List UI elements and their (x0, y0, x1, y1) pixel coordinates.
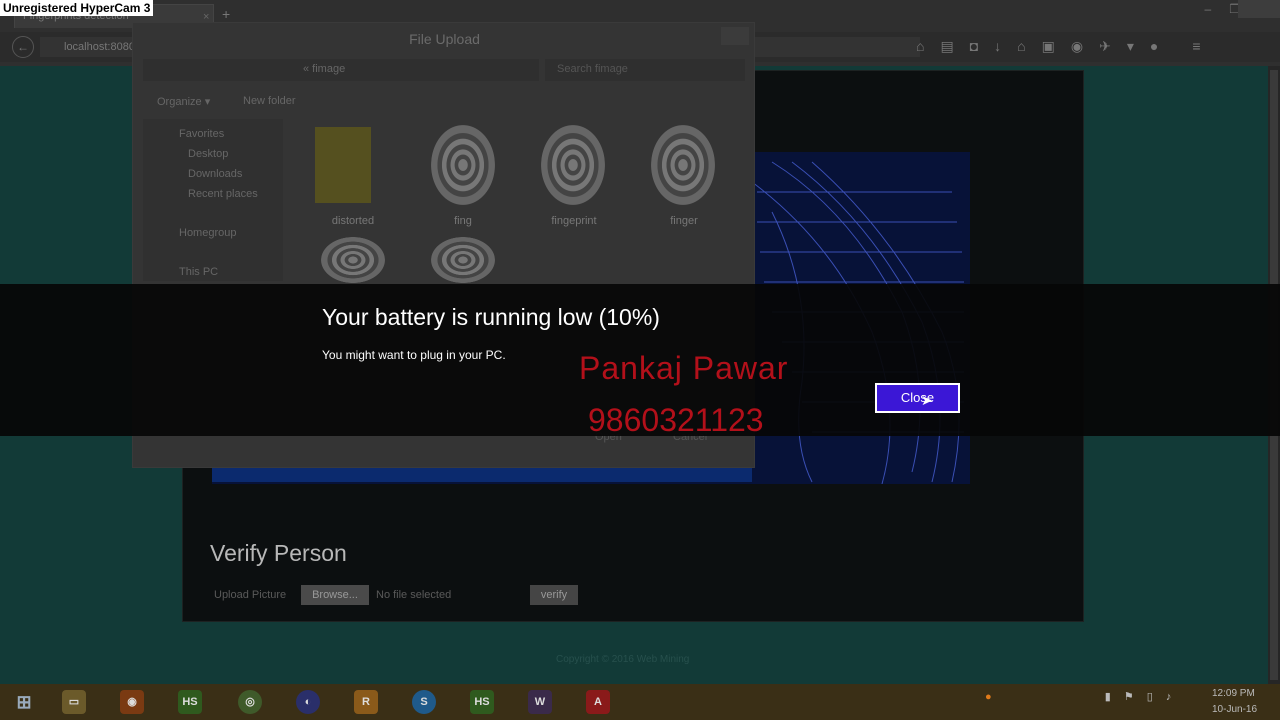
skype-icon[interactable]: S (412, 690, 436, 714)
dropdown-icon[interactable]: ▾ (1127, 38, 1134, 55)
dialog-close-button[interactable] (721, 27, 749, 45)
fingerprint-icon[interactable] (321, 237, 385, 283)
sidebar-item-desktop[interactable]: Desktop (188, 148, 228, 160)
menu-icon[interactable]: ≡ (1192, 38, 1200, 55)
minimize-button[interactable]: – (1205, 2, 1212, 16)
tray-app-icon[interactable]: ● (985, 691, 992, 703)
fingerprint-icon[interactable] (431, 125, 495, 205)
window-controls: – ❐ (1205, 2, 1240, 16)
acrobat-icon[interactable]: A (586, 690, 610, 714)
close-button[interactable]: Close (875, 383, 960, 413)
hs2-icon[interactable]: HS (470, 690, 494, 714)
download-icon[interactable]: ↓ (994, 38, 1001, 55)
file-explorer-icon[interactable]: ▭ (62, 690, 86, 714)
sidebar-item-recent[interactable]: Recent places (188, 188, 258, 200)
eclipse-icon[interactable]: ◐ (296, 690, 320, 714)
dialog-title: File Upload (409, 31, 480, 47)
winrar-icon[interactable]: R (354, 690, 378, 714)
verify-button[interactable]: verify (530, 585, 578, 605)
notification-title: Your battery is running low (10%) (322, 304, 660, 330)
fingerprint-icon[interactable] (431, 237, 495, 283)
file-label[interactable]: fingeprint (529, 215, 619, 227)
sidebar-item-downloads[interactable]: Downloads (188, 168, 242, 180)
no-file-text: No file selected (376, 589, 452, 601)
overlay-name: Pankaj Pawar (579, 350, 789, 386)
overlay-phone: 9860321123 (588, 402, 764, 438)
hs-icon[interactable]: HS (178, 690, 202, 714)
windows-icon[interactable]: ⊞ (12, 690, 36, 714)
firefox-icon[interactable]: ◉ (120, 690, 144, 714)
pocket-icon[interactable]: ◘ (970, 38, 978, 55)
mouse-cursor-icon: ➤ (921, 392, 933, 408)
screenshot-icon[interactable]: ▣ (1042, 38, 1055, 55)
window-close-button[interactable] (1238, 0, 1280, 18)
browser-toolbar: ⌂ ▤ ◘ ↓ ⌂ ▣ ◉ ✈ ▾ ● ≡ (916, 38, 1201, 55)
home-icon[interactable]: ⌂ (916, 38, 924, 55)
dialog-search-input[interactable]: Search fimage (545, 59, 745, 81)
file-label[interactable]: distorted (308, 215, 398, 227)
browse-button[interactable]: Browse... (301, 585, 369, 605)
clock-time[interactable]: 12:09 PM (1212, 688, 1255, 699)
fingerprint-icon[interactable] (651, 125, 715, 205)
sidebar-item-this-pc[interactable]: This PC (179, 266, 218, 278)
image-strip (212, 466, 752, 482)
back-button[interactable]: ← (12, 36, 34, 58)
upload-label: Upload Picture (214, 589, 287, 601)
dialog-sidebar (143, 119, 283, 281)
organize-button[interactable]: Organize ▾ (157, 95, 210, 108)
volume-icon[interactable]: ♪ (1166, 691, 1172, 703)
skype-addon-icon[interactable]: ◉ (1071, 38, 1083, 55)
page-title: Verify Person (210, 540, 347, 566)
reading-list-icon[interactable]: ▤ (940, 38, 953, 55)
system-tray[interactable]: ● ▮ ⚑ ▯ ♪ (985, 690, 1183, 714)
flag-icon[interactable]: ⚑ (1124, 691, 1134, 703)
new-folder-button[interactable]: New folder (243, 95, 296, 107)
sidebar-item-homegroup[interactable]: Homegroup (179, 227, 236, 239)
page-footer: Copyright © 2016 Web Mining (556, 654, 690, 665)
extension-icon[interactable]: ✈ (1099, 38, 1111, 55)
dialog-path-bar[interactable]: « fimage (143, 59, 539, 81)
home2-icon[interactable]: ⌂ (1017, 38, 1025, 55)
wamp-icon[interactable]: W (528, 690, 552, 714)
battery-icon[interactable]: ▯ (1147, 691, 1153, 703)
adblock-icon[interactable]: ● (1150, 38, 1158, 55)
folder-icon[interactable] (315, 127, 371, 203)
file-label[interactable]: finger (639, 215, 729, 227)
clock-date[interactable]: 10-Jun-16 (1212, 704, 1257, 715)
network-icon[interactable]: ▮ (1105, 691, 1111, 703)
notification-message: You might want to plug in your PC. (322, 348, 506, 362)
sidebar-item-favorites[interactable]: Favorites (179, 128, 224, 140)
fingerprint-icon[interactable] (541, 125, 605, 205)
new-tab-button[interactable]: + (222, 6, 230, 22)
chrome-icon[interactable]: ◎ (238, 690, 262, 714)
recorder-watermark: Unregistered HyperCam 3 (0, 0, 154, 16)
file-label[interactable]: fing (418, 215, 508, 227)
